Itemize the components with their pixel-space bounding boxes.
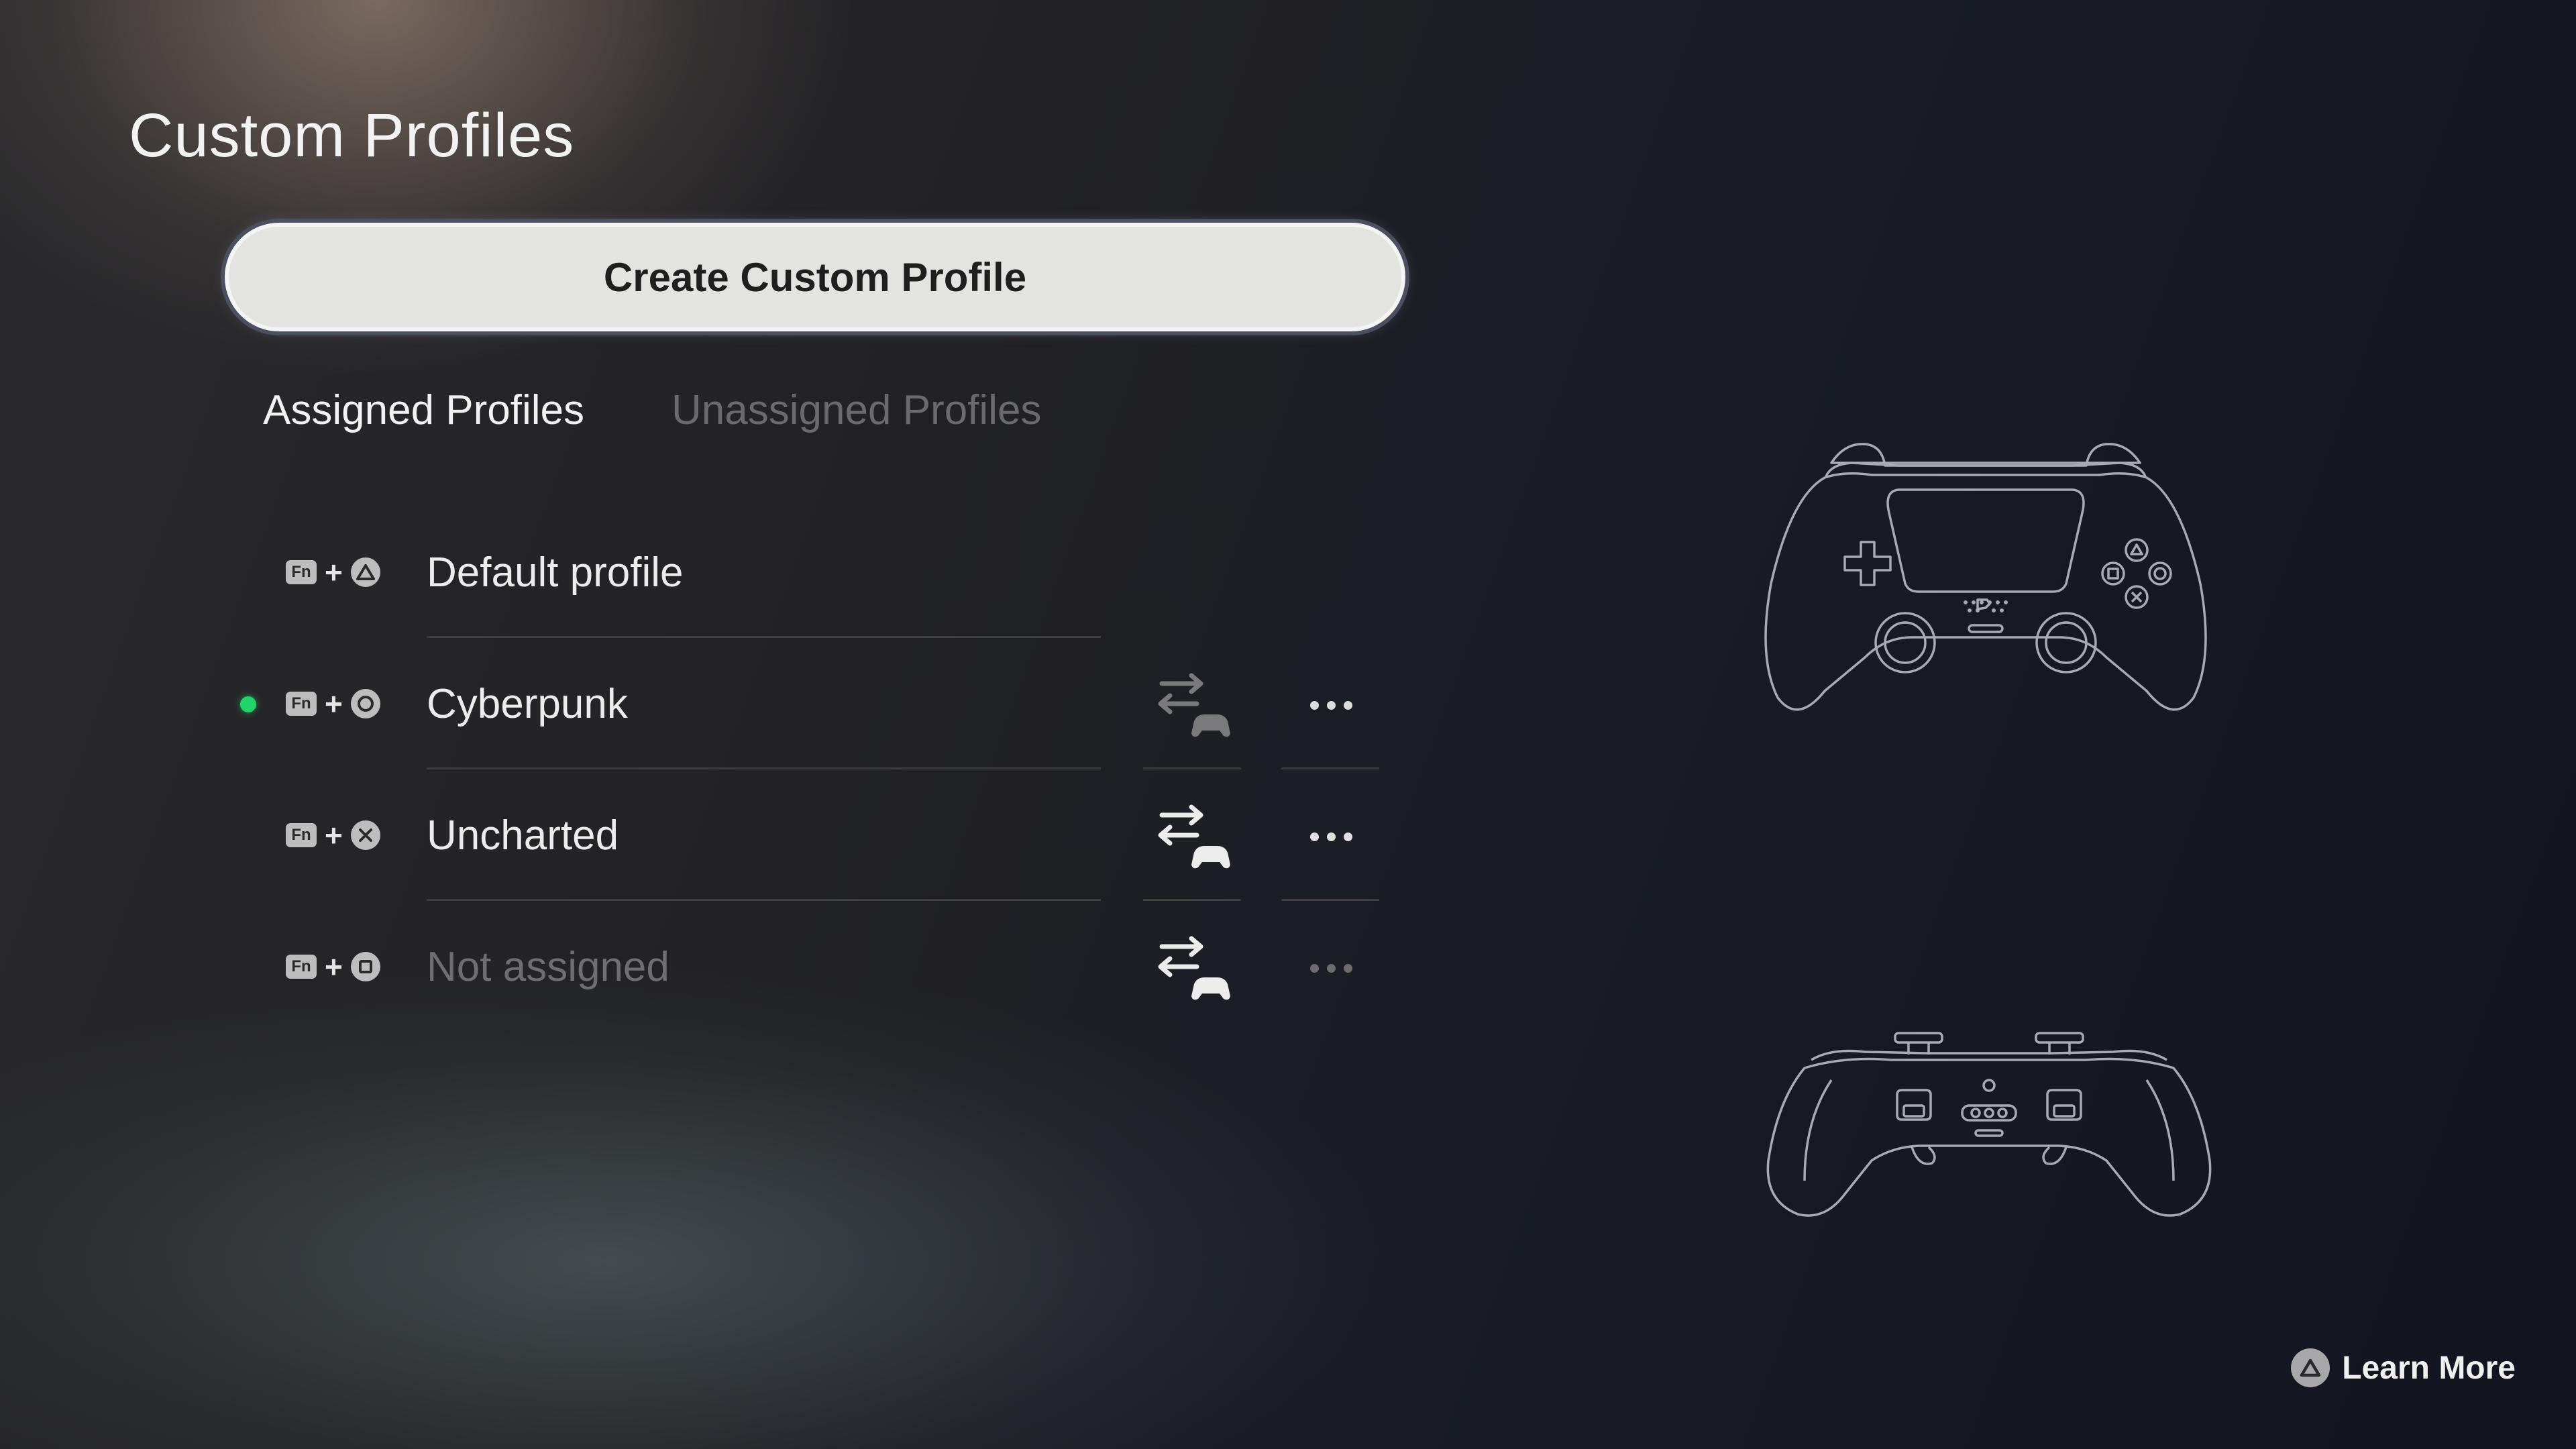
row-divider — [427, 899, 1101, 901]
square-icon — [350, 952, 380, 981]
page-title: Custom Profiles — [129, 101, 575, 170]
shortcut-combo: Fn + — [286, 557, 380, 588]
create-custom-profile-button[interactable]: Create Custom Profile — [225, 223, 1405, 331]
row-divider — [1281, 767, 1379, 769]
plus-sign: + — [325, 686, 343, 721]
fn-key-icon: Fn — [286, 823, 317, 847]
assign-controller-button[interactable] — [1143, 655, 1244, 755]
plus-sign: + — [325, 949, 343, 984]
fn-key-icon: Fn — [286, 560, 317, 584]
profile-name: Not assigned — [427, 944, 669, 990]
controller-front-illustration — [1751, 436, 2220, 721]
triangle-icon — [2291, 1348, 2330, 1387]
shortcut-combo: Fn + — [286, 688, 380, 719]
profile-name: Default profile — [427, 549, 684, 596]
profile-tabs: Assigned Profiles Unassigned Profiles — [263, 386, 1041, 434]
plus-sign: + — [325, 818, 343, 853]
learn-more-button[interactable]: Learn More — [2291, 1348, 2516, 1387]
profile-row-unassigned[interactable]: Fn + Not assigned — [0, 902, 1409, 1033]
assign-controller-button[interactable] — [1143, 918, 1244, 1018]
more-options-button[interactable] — [1283, 918, 1379, 1018]
shortcut-combo: Fn + — [286, 820, 380, 851]
fn-key-icon: Fn — [286, 692, 317, 716]
row-divider — [1281, 899, 1379, 901]
swap-controller-icon — [1158, 804, 1230, 869]
tab-assigned-profiles[interactable]: Assigned Profiles — [263, 386, 584, 434]
shortcut-combo: Fn + — [286, 951, 380, 982]
tab-unassigned-profiles[interactable]: Unassigned Profiles — [672, 386, 1041, 434]
row-divider — [1143, 899, 1241, 901]
learn-more-label: Learn More — [2342, 1350, 2516, 1386]
controller-back-illustration — [1758, 1026, 2220, 1231]
row-divider — [1143, 767, 1241, 769]
swap-controller-icon — [1158, 936, 1230, 1000]
more-options-button[interactable] — [1283, 655, 1379, 755]
profile-row-cyberpunk[interactable]: Fn + Cyberpunk — [0, 639, 1409, 770]
active-profile-indicator — [240, 696, 256, 712]
swap-controller-icon — [1158, 673, 1230, 737]
assign-controller-button[interactable] — [1143, 786, 1244, 887]
row-divider — [427, 767, 1101, 769]
more-options-button[interactable] — [1283, 786, 1379, 887]
triangle-icon — [350, 557, 380, 587]
profile-name: Cyberpunk — [427, 681, 628, 727]
row-divider — [427, 636, 1101, 638]
circle-icon — [350, 689, 380, 718]
fn-key-icon: Fn — [286, 955, 317, 979]
cross-icon — [350, 820, 380, 850]
profile-name: Uncharted — [427, 812, 619, 859]
plus-sign: + — [325, 555, 343, 590]
profile-row-uncharted[interactable]: Fn + Uncharted — [0, 770, 1409, 902]
profile-row-default[interactable]: Fn + Default profile — [0, 507, 1409, 639]
